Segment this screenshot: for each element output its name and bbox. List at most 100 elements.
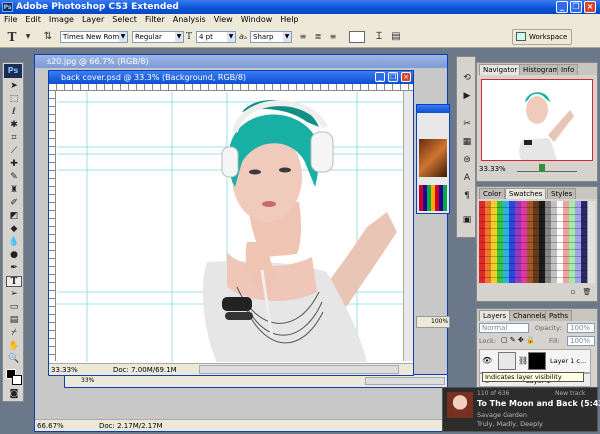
maximize-icon[interactable]: ❐ bbox=[570, 1, 582, 13]
clone-stamp-tool-icon[interactable]: ♜ bbox=[6, 185, 22, 196]
doc-maximize-icon[interactable]: ❐ bbox=[388, 72, 398, 82]
layer-row[interactable]: 👁 ⛓ Layer 1 c... bbox=[479, 349, 591, 373]
dodge-tool-icon[interactable]: ● bbox=[6, 250, 22, 261]
tab-navigator[interactable]: Navigator bbox=[479, 64, 522, 75]
move-tool-icon[interactable]: ➤ bbox=[6, 81, 22, 92]
shape-tool-icon[interactable]: ▭ bbox=[6, 302, 22, 313]
navigator-preview[interactable] bbox=[481, 79, 593, 161]
history-panel-icon[interactable]: ⟲ bbox=[459, 73, 475, 84]
zoom-level-s20[interactable]: 66.67% bbox=[37, 420, 64, 432]
text-color-swatch[interactable] bbox=[349, 31, 365, 43]
hand-tool-icon[interactable]: ✋ bbox=[6, 341, 22, 352]
vertical-scrollbar[interactable] bbox=[403, 91, 413, 361]
lasso-tool-icon[interactable]: ℓ bbox=[6, 107, 22, 118]
menu-view[interactable]: View bbox=[210, 15, 237, 24]
path-selection-tool-icon[interactable]: ➢ bbox=[6, 289, 22, 300]
navigator-zoom-slider[interactable] bbox=[517, 166, 577, 172]
document-window-back-cover[interactable]: back cover.psd @ 33.3% (Background, RGB/… bbox=[48, 70, 414, 376]
horizontal-scrollbar[interactable] bbox=[199, 365, 399, 374]
text-orientation-icon[interactable]: ⇅ bbox=[42, 31, 54, 43]
zoom-level-mid[interactable]: 33% bbox=[81, 377, 94, 384]
ps-logo-icon[interactable]: Ps bbox=[4, 64, 22, 78]
tool-presets-icon[interactable]: ✂ bbox=[459, 119, 475, 130]
type-tool-icon[interactable]: T bbox=[6, 31, 18, 43]
tab-color[interactable]: Color bbox=[479, 188, 506, 199]
doc-minimize-icon[interactable]: _ bbox=[375, 72, 385, 82]
menu-edit[interactable]: Edit bbox=[21, 15, 45, 24]
clone-source-icon[interactable]: ⊜ bbox=[459, 155, 475, 166]
actions-panel-icon[interactable]: ▶ bbox=[459, 91, 475, 102]
character-panel-icon[interactable]: ▤ bbox=[390, 31, 402, 43]
opacity-field[interactable]: 100% bbox=[567, 323, 595, 333]
lock-icons[interactable]: ▢ ✎ ✥ 🔒 bbox=[501, 336, 535, 344]
status-bar-s20: 66.67% Doc: 2.17M/2.17M bbox=[35, 419, 447, 431]
font-style-select[interactable]: Regular ▼ bbox=[132, 31, 184, 43]
swatches-scrollbar[interactable] bbox=[587, 201, 595, 283]
eyedropper-tool-icon[interactable]: ⌿ bbox=[6, 328, 22, 339]
paragraph-panel-icon[interactable]: ¶ bbox=[459, 191, 475, 202]
fill-field[interactable]: 100% bbox=[567, 336, 595, 346]
layer-comps-icon[interactable]: ▣ bbox=[459, 215, 475, 226]
music-notification[interactable]: 110 of 636 New track To The Moon and Bac… bbox=[442, 387, 600, 432]
document-window-small[interactable] bbox=[416, 104, 450, 214]
document-window-mid[interactable]: 33% bbox=[64, 374, 448, 388]
blend-mode-select[interactable]: Normal bbox=[479, 323, 529, 333]
mid-scrollbar[interactable] bbox=[365, 377, 445, 385]
menu-layer[interactable]: Layer bbox=[78, 15, 108, 24]
slice-tool-icon[interactable]: ⟋ bbox=[6, 146, 22, 157]
zoom-level-back-cover[interactable]: 33.33% bbox=[51, 364, 78, 376]
healing-brush-tool-icon[interactable]: ✚ bbox=[6, 159, 22, 170]
small-zoom-level[interactable]: 100% bbox=[416, 316, 450, 328]
brushes-panel-icon[interactable]: ▦ bbox=[459, 137, 475, 148]
menu-image[interactable]: Image bbox=[45, 15, 78, 24]
doc-close-icon[interactable]: × bbox=[401, 72, 411, 82]
menu-file[interactable]: File bbox=[0, 15, 21, 24]
pen-tool-icon[interactable]: ✒ bbox=[6, 263, 22, 274]
minimize-icon[interactable]: _ bbox=[556, 1, 568, 13]
brush-tool-icon[interactable]: ✎ bbox=[6, 172, 22, 183]
font-size-select[interactable]: 4 pt ▼ bbox=[196, 31, 236, 43]
document-title-s20[interactable]: s20.jpg @ 66.7% (RGB/8) bbox=[35, 55, 447, 68]
font-family-select[interactable]: Times New Roman ▼ bbox=[60, 31, 128, 43]
tab-swatches[interactable]: Swatches bbox=[505, 188, 547, 199]
eraser-tool-icon[interactable]: ◩ bbox=[6, 211, 22, 222]
tab-info[interactable]: Info bbox=[557, 64, 579, 75]
eye-icon[interactable]: 👁 bbox=[482, 356, 492, 365]
align-right-icon[interactable]: ≡ bbox=[327, 31, 339, 43]
tab-styles[interactable]: Styles bbox=[547, 188, 577, 199]
tab-paths[interactable]: Paths bbox=[545, 310, 573, 321]
navigator-zoom-value[interactable]: 33.33% bbox=[479, 165, 506, 173]
magic-wand-tool-icon[interactable]: ✱ bbox=[6, 120, 22, 131]
history-brush-tool-icon[interactable]: ✐ bbox=[6, 198, 22, 209]
tab-layers[interactable]: Layers bbox=[479, 310, 511, 321]
menu-filter[interactable]: Filter bbox=[141, 15, 169, 24]
canvas[interactable] bbox=[57, 92, 403, 362]
antialias-select[interactable]: Sharp ▼ bbox=[250, 31, 292, 43]
background-color-swatch[interactable] bbox=[12, 375, 22, 385]
tool-preset-arrow-icon[interactable]: ▼ bbox=[22, 31, 34, 43]
align-left-icon[interactable]: ≡ bbox=[297, 31, 309, 43]
layer-name[interactable]: Layer 1 c... bbox=[550, 357, 586, 365]
vertical-ruler[interactable] bbox=[49, 91, 56, 361]
menu-analysis[interactable]: Analysis bbox=[169, 15, 210, 24]
close-icon[interactable]: × bbox=[584, 1, 596, 13]
align-center-icon[interactable]: ≣ bbox=[312, 31, 324, 43]
quick-mask-icon[interactable]: ◙ bbox=[6, 389, 22, 400]
warp-text-icon[interactable]: Ɪ bbox=[373, 31, 385, 43]
type-tool-icon[interactable]: T bbox=[6, 276, 22, 287]
paint-bucket-tool-icon[interactable]: ◆ bbox=[6, 224, 22, 235]
character-panel-icon[interactable]: A bbox=[459, 173, 475, 184]
notes-tool-icon[interactable]: ▤ bbox=[6, 315, 22, 326]
menu-select[interactable]: Select bbox=[108, 15, 141, 24]
menu-window[interactable]: Window bbox=[237, 15, 277, 24]
menu-help[interactable]: Help bbox=[276, 15, 302, 24]
zoom-tool-icon[interactable]: 🔍 bbox=[6, 354, 22, 365]
document-title-back-cover[interactable]: back cover.psd @ 33.3% (Background, RGB/… bbox=[49, 71, 413, 84]
blur-tool-icon[interactable]: 💧 bbox=[6, 237, 22, 248]
horizontal-ruler[interactable] bbox=[49, 84, 413, 91]
crop-tool-icon[interactable]: ⌗ bbox=[6, 133, 22, 144]
tab-channels[interactable]: Channels bbox=[509, 310, 550, 321]
delete-swatch-icon[interactable]: 🗑 bbox=[579, 287, 595, 298]
marquee-tool-icon[interactable]: ⬚ bbox=[6, 94, 22, 105]
navigator-slider-thumb[interactable] bbox=[539, 164, 545, 172]
